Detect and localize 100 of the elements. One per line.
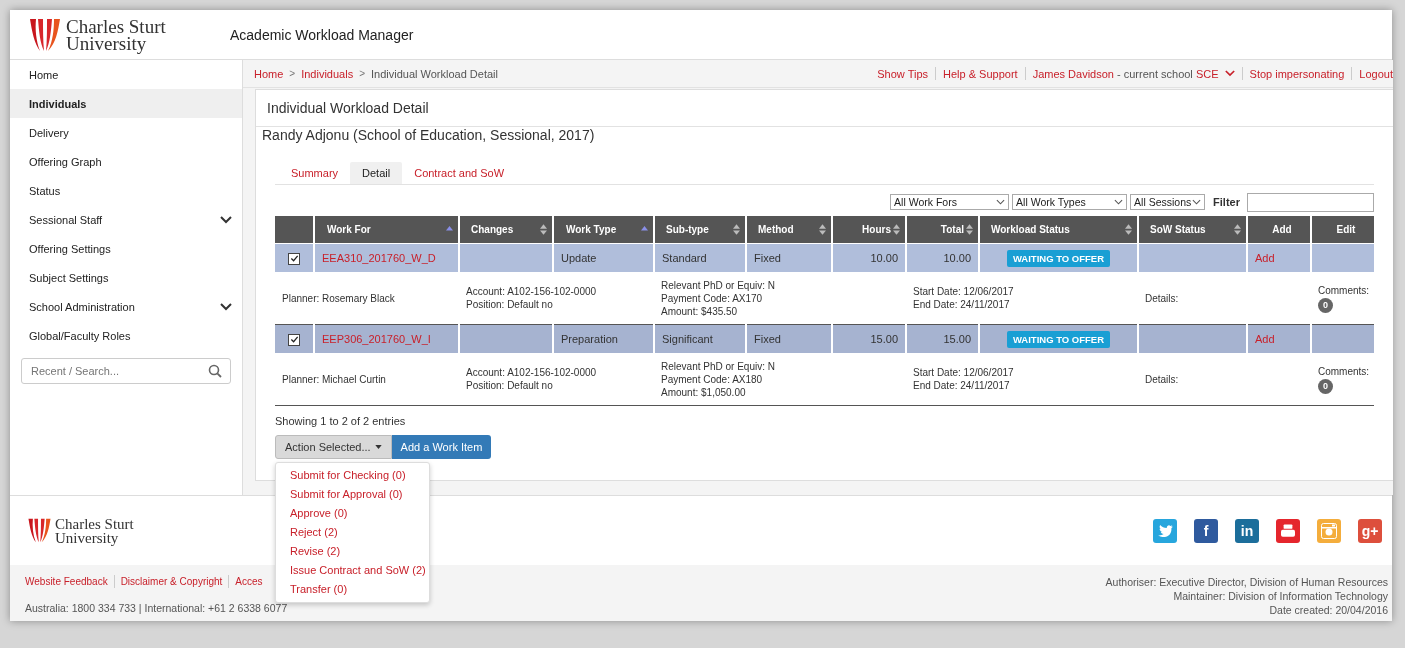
filter-dropdown[interactable]: All Work Types: [1012, 194, 1128, 210]
comment-count-badge[interactable]: 0: [1318, 378, 1333, 394]
column-header[interactable]: Changes: [459, 216, 553, 244]
footer-info-text: Date created: 20/04/2016: [1269, 603, 1388, 617]
column-header[interactable]: Work Type: [553, 216, 654, 244]
table-cell: 10.00: [943, 252, 971, 264]
table-cell: 15.00: [943, 333, 971, 345]
nav-item[interactable]: Global/Faculty Roles: [10, 321, 242, 350]
menu-item[interactable]: Issue Contract and SoW (2): [276, 561, 429, 580]
dates-text: Start Date: 12/06/2017 End Date: 24/11/2017: [913, 366, 1015, 392]
breadcrumb-separator: >: [359, 68, 365, 79]
action-selected-button[interactable]: Action Selected...: [275, 435, 392, 459]
planner-text: Planner: Michael Curtin: [282, 373, 386, 385]
video-icon: [1281, 524, 1295, 537]
details-label: Details:: [1145, 373, 1179, 385]
status-badge: WAITING TO OFFER: [1006, 249, 1111, 267]
bird-icon: [1157, 524, 1173, 537]
table-cell: Update: [561, 252, 597, 264]
row-checkbox[interactable]: [288, 252, 300, 265]
nav-item[interactable]: School Administration: [10, 292, 242, 321]
footer-info-text: Maintainer: Division of Information Technology: [1173, 589, 1388, 603]
column-header[interactable]: Sub-type: [654, 216, 746, 244]
column-header[interactable]: Work For: [314, 216, 459, 244]
details-label: Details:: [1145, 292, 1179, 304]
nav-item[interactable]: Individuals: [10, 89, 242, 118]
add-work-item-button[interactable]: Add a Work Item: [391, 435, 492, 459]
panel-title: Individual Workload Detail: [256, 90, 1393, 127]
payment-text: Relevant PhD or Equiv: N Payment Code: AX170 Amount: $435.50: [661, 278, 776, 318]
account-text: Account: A102-156-102-0000 Position: Default no: [466, 285, 598, 311]
footer-link[interactable]: Website Feedback: [25, 576, 108, 587]
add-link[interactable]: Add: [1255, 252, 1275, 264]
app-title: Academic Workload Manager: [230, 26, 414, 43]
nav-item[interactable]: Subject Settings: [10, 263, 242, 292]
caret-icon: [1192, 199, 1202, 205]
table-cell: Preparation: [561, 333, 618, 345]
top-link[interactable]: Help & Support: [943, 67, 1018, 80]
tab[interactable]: Detail: [350, 162, 403, 184]
comments-label: Comments:: [1318, 283, 1370, 297]
university-logo-text: Charles Sturt University: [66, 17, 166, 52]
status-badge: WAITING TO OFFER: [1006, 330, 1111, 348]
social-link[interactable]: g+: [1358, 518, 1382, 543]
nav-item[interactable]: Offering Settings: [10, 234, 242, 263]
search-field[interactable]: Recent / Search...: [21, 358, 231, 384]
nav-item[interactable]: Delivery: [10, 118, 242, 147]
current-page-label: Individual Workload Detail: [371, 67, 498, 80]
table-cell: Fixed: [754, 333, 781, 345]
planner-text: Planner: Rosemary Black: [282, 292, 395, 304]
nav-item[interactable]: Offering Graph: [10, 147, 242, 176]
entries-info: Showing 1 to 2 of 2 entries: [275, 415, 407, 427]
column-header[interactable]: Workload Status: [979, 216, 1138, 244]
menu-item[interactable]: Submit for Checking (0): [276, 466, 429, 485]
nav-item[interactable]: Home: [10, 60, 242, 89]
breadcrumb-separator: >: [289, 68, 296, 79]
account-text: Account: A102-156-102-0000 Position: Default no: [466, 366, 598, 392]
flame-icon: [28, 16, 62, 53]
social-link[interactable]: f: [1194, 518, 1218, 543]
breadcrumb-link[interactable]: Individuals: [301, 67, 354, 80]
footer-link[interactable]: Acces: [235, 576, 263, 587]
chevron-icon: [220, 215, 232, 224]
column-header[interactable]: SoW Status: [1138, 216, 1247, 244]
filter-dropdown[interactable]: All Work Fors: [890, 194, 1010, 210]
top-link[interactable]: Show Tips: [877, 67, 928, 80]
menu-item[interactable]: Reject (2): [276, 523, 429, 542]
table-cell: Standard: [662, 252, 707, 264]
column-header[interactable]: Hours: [832, 216, 906, 244]
table-cell: 10.00: [870, 252, 898, 264]
column-header[interactable]: Method: [746, 216, 832, 244]
search-icon: [208, 364, 222, 378]
user-menu-link[interactable]: James Davidson - current school SCE: [1032, 67, 1235, 80]
person-heading: Randy Adjonu (School of Education, Sessional, 2017): [262, 127, 596, 145]
table-cell: Significant: [662, 333, 713, 345]
filter-label: Filter: [1213, 196, 1240, 208]
table-cell: 15.00: [870, 333, 898, 345]
flame-icon: [27, 517, 52, 544]
tab[interactable]: Summary: [279, 162, 351, 184]
nav-item[interactable]: Sessional Staff: [10, 205, 242, 234]
top-link[interactable]: Stop impersonating: [1249, 67, 1345, 80]
comments-label: Comments:: [1318, 364, 1370, 378]
footer-link[interactable]: Disclaimer & Copyright: [120, 576, 223, 587]
menu-item[interactable]: Transfer (0): [276, 580, 429, 599]
menu-item[interactable]: Submit for Approval (0): [276, 485, 429, 504]
breadcrumb-link[interactable]: Home: [254, 67, 284, 80]
comment-count-badge[interactable]: 0: [1318, 297, 1333, 313]
nav-item[interactable]: Status: [10, 176, 242, 205]
footer-info-text: Authoriser: Executive Director, Division of Human Resources: [1105, 575, 1388, 589]
column-header: Add: [1247, 216, 1311, 244]
filter-dropdown[interactable]: All Sessions: [1130, 194, 1206, 210]
filter-input[interactable]: [1247, 192, 1374, 212]
menu-item[interactable]: Revise (2): [276, 542, 429, 561]
payment-text: Relevant PhD or Equiv: N Payment Code: AX180 Amount: $1,050.00: [661, 359, 776, 399]
column-header[interactable]: Total: [906, 216, 979, 244]
top-link[interactable]: Logout: [1359, 67, 1393, 80]
social-link[interactable]: [1276, 518, 1300, 543]
menu-item[interactable]: Approve (0): [276, 504, 429, 523]
caret-icon: [996, 199, 1006, 205]
tab[interactable]: Contract and SoW: [402, 162, 517, 184]
social-link[interactable]: in: [1235, 518, 1259, 543]
row-checkbox[interactable]: [288, 333, 300, 346]
social-link[interactable]: [1153, 518, 1177, 543]
contact-text: Australia: 1800 334 733 | International: +61 2 6338 6077: [25, 602, 288, 614]
